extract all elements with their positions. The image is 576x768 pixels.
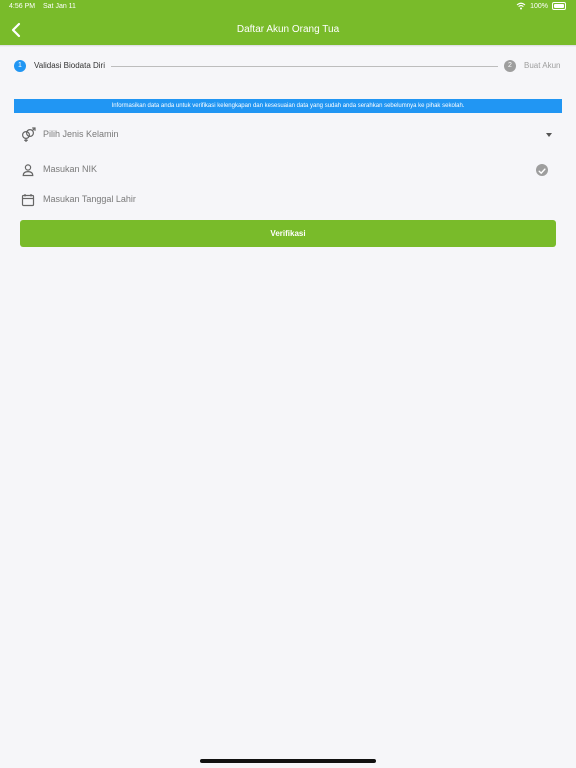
check-circle-icon [536,164,548,176]
nik-placeholder: Masukan NIK [43,164,98,174]
verify-button[interactable]: Verifikasi [20,220,556,247]
status-indicators: 100% [516,2,566,10]
page-title: Daftar Akun Orang Tua [236,24,340,35]
wifi-icon [516,2,526,10]
step-1-label: Validasi Biodata Diri [34,61,105,70]
calendar-icon [21,194,35,207]
person-icon [22,164,34,177]
birth-date-placeholder: Masukan Tanggal Lahir [43,194,136,204]
caret-down-icon [546,133,552,137]
status-date: Sat Jan 11 [43,3,76,10]
header-shadow [0,45,576,47]
info-banner: Informasikan data anda untuk verifikasi … [14,99,562,113]
gender-placeholder: Pilih Jenis Kelamin [43,129,119,139]
birth-date-field[interactable]: Masukan Tanggal Lahir [14,189,562,211]
stepper: 1 Validasi Biodata Diri 2 Buat Akun [0,56,576,76]
status-time: 4:56 PM [9,3,36,10]
step-2-label: Buat Akun [524,61,561,70]
battery-percent: 100% [530,2,548,10]
nik-field[interactable]: Masukan NIK [14,159,562,181]
status-bar: 4:56 PM Sat Jan 11 100% [0,0,576,14]
step-2-badge: 2 [504,60,516,72]
gender-icon [21,127,36,142]
app-header: 4:56 PM Sat Jan 11 100% Daftar Akun Oran… [0,0,576,45]
battery-icon [552,2,566,10]
gender-select[interactable]: Pilih Jenis Kelamin [14,124,562,146]
home-indicator[interactable] [200,759,376,763]
stepper-connector [111,66,498,67]
step-1-badge: 1 [14,60,26,72]
